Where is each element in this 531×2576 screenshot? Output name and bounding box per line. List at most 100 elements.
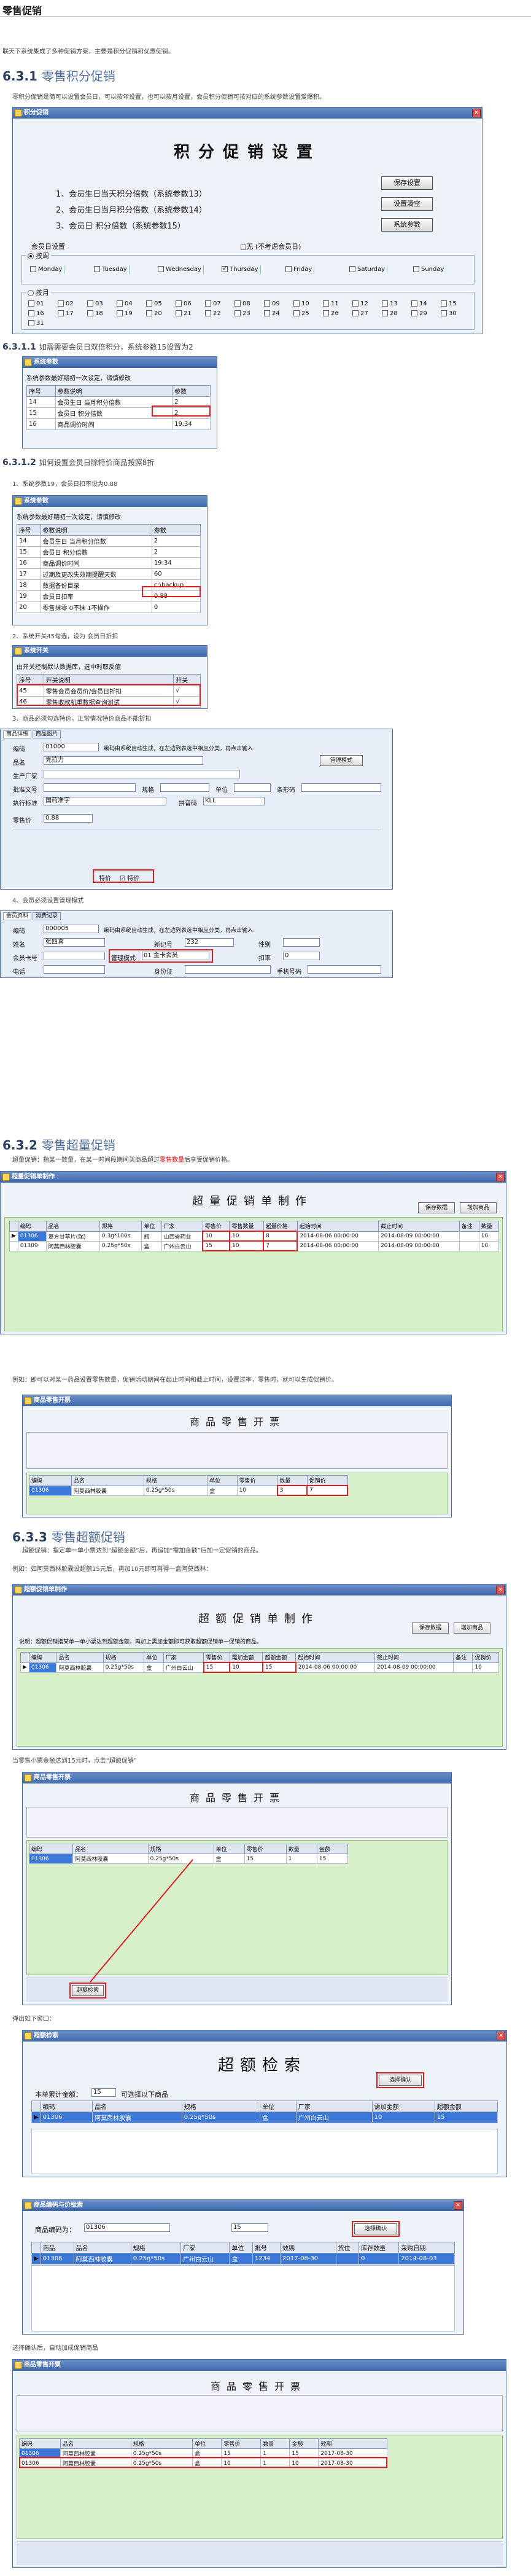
table-cell[interactable]: 0.25g*50s [143, 1485, 208, 1496]
day-checkbox[interactable]: 05 [146, 300, 166, 308]
table-cell[interactable]: 0.25g*50s [103, 1662, 145, 1673]
over-total-field[interactable]: 15 [91, 2088, 116, 2097]
mobile-field[interactable] [308, 965, 381, 974]
stock-code-field[interactable]: 01306 [84, 2223, 170, 2232]
table-cell[interactable]: 商品调价时间 [55, 418, 173, 430]
table-cell[interactable]: 10 [478, 1240, 500, 1251]
gender-field[interactable] [283, 938, 320, 947]
table-row[interactable]: 14 会员生日 当月积分倍数 2 [17, 535, 201, 547]
table-cell[interactable]: 15 [202, 1240, 230, 1251]
table-cell[interactable]: 10 [202, 1231, 230, 1242]
day-checkbox[interactable]: 18 [87, 310, 107, 318]
day-checkbox[interactable]: 27 [352, 310, 373, 318]
table-cell[interactable]: 16 [17, 557, 41, 569]
column-header[interactable]: 超量价格 [263, 1221, 298, 1232]
column-header[interactable]: 金额 [316, 1844, 349, 1854]
day-checkbox[interactable]: 23 [234, 310, 255, 318]
column-header[interactable]: 备注 [459, 1221, 479, 1232]
table-cell[interactable]: 19 [17, 590, 41, 602]
checkbox-icon[interactable] [117, 300, 123, 307]
day-checkbox[interactable]: 25 [293, 310, 314, 318]
day-checkbox[interactable]: 29 [411, 310, 432, 318]
table-cell[interactable]: 10 [371, 2112, 435, 2123]
column-header[interactable]: 零售价 [244, 1844, 287, 1854]
weekday-checkbox-wednesday[interactable]: Wednesday [156, 265, 204, 274]
table-cell[interactable]: 阿莫西林胶囊 [72, 1854, 149, 1864]
checkbox-icon[interactable] [352, 310, 359, 316]
day-checkbox[interactable]: 08 [234, 300, 255, 308]
table-cell[interactable]: 0.3g*100s [99, 1231, 142, 1242]
table-cell[interactable]: 0 [151, 601, 201, 613]
column-header[interactable]: 库存数量 [359, 2242, 400, 2253]
column-header[interactable]: 厂家 [163, 1652, 204, 1663]
table-cell[interactable]: 7 [306, 1485, 348, 1496]
checkbox-icon[interactable] [293, 300, 300, 307]
checkbox-icon[interactable] [441, 300, 447, 307]
table-cell[interactable]: 10 [478, 1231, 500, 1242]
column-header[interactable]: 规格 [130, 2242, 182, 2253]
table-cell[interactable]: 会员生日 当月积分倍数 [40, 535, 152, 547]
barcode-field[interactable] [301, 783, 381, 792]
table-cell[interactable]: 16 [26, 418, 56, 430]
table-cell[interactable]: 广州白云山 [180, 2253, 230, 2265]
column-header[interactable]: 规格 [130, 2438, 193, 2449]
table-cell[interactable]: 阿莫西林胶囊 [71, 1485, 144, 1496]
column-header[interactable]: 数量 [260, 2438, 290, 2449]
table-row[interactable]: 01306 阿莫西林胶囊 0.25g*50s 盒 15 1 15 [28, 1854, 349, 1864]
column-header[interactable]: 参数说明 [55, 385, 173, 397]
table-cell[interactable]: 0.25g*50s [147, 1854, 214, 1864]
weekday-checkbox-sunday[interactable]: Sunday [411, 265, 447, 274]
checkbox-icon[interactable] [30, 266, 36, 272]
table-cell[interactable]: 广州白云山 [163, 1662, 204, 1673]
week-radio[interactable] [28, 253, 34, 259]
table-cell[interactable]: 14 [26, 396, 56, 408]
column-header[interactable]: 单位 [141, 1221, 162, 1232]
day-checkbox[interactable]: 17 [58, 310, 78, 318]
table-cell[interactable]: 2014-08-06 00:00:00 [297, 1240, 379, 1251]
unit-field[interactable] [234, 783, 271, 792]
close-icon[interactable]: ✕ [454, 2201, 462, 2210]
column-header[interactable]: 金额 [289, 2438, 319, 2449]
table-cell[interactable]: 01306 [40, 2253, 74, 2265]
day-checkbox[interactable]: 04 [117, 300, 137, 308]
table-cell[interactable]: 阿莫西林胶囊 [73, 2253, 131, 2265]
column-header[interactable]: 超额金额 [434, 2100, 498, 2112]
table-cell[interactable]: 19:34 [172, 418, 211, 430]
column-header[interactable]: 需加金额 [229, 1652, 263, 1663]
day-checkbox[interactable]: 01 [28, 300, 48, 308]
day-checkbox[interactable]: 10 [293, 300, 314, 308]
day-checkbox[interactable]: 06 [176, 300, 196, 308]
checkbox-icon[interactable] [441, 310, 447, 316]
checkbox-icon[interactable] [176, 310, 182, 316]
column-header[interactable]: 编码 [28, 1844, 74, 1854]
day-checkbox[interactable]: 07 [205, 300, 225, 308]
column-header[interactable]: 品名 [92, 2100, 182, 2112]
column-header[interactable]: 数量 [285, 1844, 317, 1854]
checkbox-icon[interactable] [323, 300, 329, 307]
table-row[interactable]: ▶ 01306 阿莫西林胶囊 0.25g*50s 盒广州白云山 15 10 15 2014-08… [20, 1662, 499, 1673]
column-header[interactable]: 品名 [45, 1221, 100, 1232]
table-cell[interactable]: 01306 [28, 1662, 57, 1673]
checkbox-icon[interactable] [293, 310, 300, 316]
table-cell[interactable]: 会员日扣率 [40, 590, 152, 602]
no-member-day-checkbox[interactable]: □无 (不考虑会员日) [240, 241, 301, 251]
table-cell[interactable]: 8 [263, 1231, 298, 1242]
spec-field[interactable] [160, 783, 209, 792]
table-cell[interactable]: 10 [228, 1231, 265, 1242]
table-cell[interactable]: 2 [151, 546, 201, 558]
column-header[interactable]: 促销价 [306, 1475, 348, 1486]
checkbox-icon[interactable] [28, 310, 34, 316]
table-cell[interactable]: 山西省药业 [161, 1231, 203, 1242]
column-header[interactable]: 序号 [26, 385, 56, 397]
table-row[interactable]: 01309 阿莫西林胶囊 0.25g*50s 盒广州白云山 15 10 7 2014-08-0… [9, 1240, 500, 1251]
checkbox-icon[interactable] [411, 300, 417, 307]
checkbox-icon[interactable] [285, 266, 292, 272]
column-header[interactable]: 数量 [478, 1221, 500, 1232]
weekday-checkbox-monday[interactable]: Monday [28, 265, 65, 274]
table-cell[interactable]: 19:34 [151, 557, 201, 569]
column-header[interactable]: 单位 [229, 2242, 253, 2253]
week-legend[interactable]: 按周 [26, 251, 51, 260]
table-cell[interactable]: 1234 [252, 2253, 281, 2265]
id-field[interactable] [185, 965, 271, 974]
day-checkbox[interactable]: 16 [28, 310, 48, 318]
